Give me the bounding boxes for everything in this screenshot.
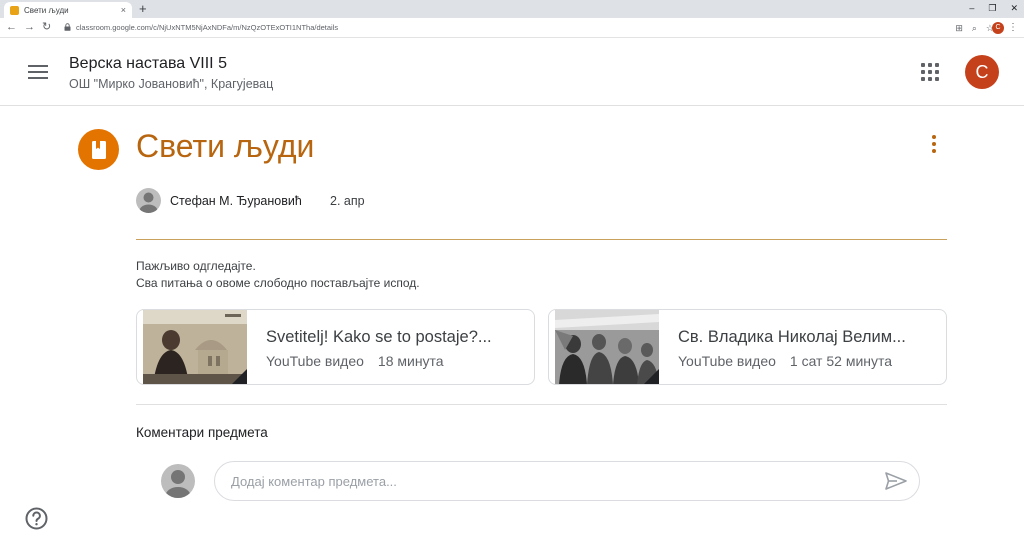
account-avatar[interactable]: C bbox=[965, 55, 999, 89]
zoom-icon[interactable]: ⌕ bbox=[972, 22, 977, 34]
attachment-meta: YouTube видео 1 сат 52 минута bbox=[678, 353, 892, 369]
address-bar[interactable]: classroom.google.com/c/NjUxNTM5NjAxNDFa/… bbox=[76, 23, 338, 32]
playlist-corner bbox=[231, 369, 247, 384]
attachment-card-youtube-1[interactable]: Svetitelj! Kako se to postaje?... YouTub… bbox=[136, 309, 535, 385]
new-tab-icon[interactable]: + bbox=[139, 1, 147, 17]
attachment-title[interactable]: Св. Владика Николај Велим... bbox=[678, 328, 930, 347]
classroom-favicon-icon bbox=[10, 5, 19, 15]
window-controls: – ❐ ✕ bbox=[969, 2, 1018, 14]
window-close-icon[interactable]: ✕ bbox=[1010, 2, 1018, 14]
reload-icon[interactable]: ↻ bbox=[42, 21, 51, 34]
video-thumbnail bbox=[555, 310, 659, 384]
help-icon[interactable] bbox=[25, 507, 48, 530]
browser-toolbar: ← → ↻ classroom.google.com/c/NjUxNTM5NjA… bbox=[0, 18, 1024, 38]
send-icon[interactable] bbox=[884, 471, 908, 491]
hamburger-menu-icon[interactable] bbox=[28, 65, 48, 79]
minimize-icon[interactable]: – bbox=[969, 2, 974, 14]
browser-tab[interactable]: Свети људи × bbox=[4, 2, 132, 18]
attachment-duration: 1 сат 52 минута bbox=[789, 353, 893, 369]
restore-icon[interactable]: ❐ bbox=[988, 2, 996, 14]
attachment-type: YouTube видео bbox=[266, 353, 364, 369]
back-icon[interactable]: ← bbox=[6, 21, 17, 34]
person-icon bbox=[165, 470, 191, 498]
author-avatar bbox=[136, 188, 161, 213]
description-line: Пажљиво одгледајте. bbox=[136, 259, 256, 273]
author-name: Стефан М. Ђурановић bbox=[170, 194, 302, 208]
video-thumbnail bbox=[143, 310, 247, 384]
comments-divider bbox=[136, 404, 947, 405]
school-name: ОШ "Мирко Јовановић", Крагујевац bbox=[69, 77, 274, 91]
attachment-title[interactable]: Svetitelj! Kako se to postaje?... bbox=[266, 328, 518, 347]
playlist-corner bbox=[643, 369, 659, 384]
lock-icon[interactable] bbox=[64, 23, 71, 31]
more-vert-icon[interactable] bbox=[925, 134, 943, 154]
commenter-avatar bbox=[161, 464, 195, 498]
browser-profile-avatar[interactable]: C bbox=[992, 22, 1004, 34]
description-line: Сва питања о овоме слободно постављајте … bbox=[136, 276, 420, 290]
forward-icon[interactable]: → bbox=[24, 21, 35, 34]
material-type-badge bbox=[78, 129, 119, 170]
translate-icon[interactable]: ⊞ bbox=[955, 22, 963, 34]
post-date: 2. апр bbox=[330, 194, 365, 208]
person-icon bbox=[139, 192, 158, 213]
title-divider bbox=[136, 239, 947, 240]
tab-close-icon[interactable]: × bbox=[121, 5, 126, 15]
book-icon bbox=[91, 140, 106, 159]
attachment-card-youtube-2[interactable]: Св. Владика Николај Велим... YouTube вид… bbox=[548, 309, 947, 385]
tab-title: Свети људи bbox=[24, 5, 69, 15]
browser-tabstrip: Свети људи × + – ❐ ✕ bbox=[0, 0, 1024, 18]
attachment-meta: YouTube видео 18 минута bbox=[266, 353, 444, 369]
classroom-header: Верска настава VIII 5 ОШ "Мирко Јованови… bbox=[0, 38, 1024, 106]
comments-heading: Коментари предмета bbox=[136, 425, 268, 440]
browser-menu-icon[interactable]: ⋮ bbox=[1008, 21, 1018, 34]
comment-input[interactable] bbox=[214, 461, 920, 501]
google-apps-icon[interactable] bbox=[921, 63, 939, 81]
class-name[interactable]: Верска настава VIII 5 bbox=[69, 55, 227, 73]
browser-tool-icons: ⊞ ⌕ ☆ bbox=[955, 22, 994, 34]
attachment-type: YouTube видео bbox=[678, 353, 776, 369]
page-title: Свети људи bbox=[136, 128, 315, 164]
attachment-duration: 18 минута bbox=[377, 353, 444, 369]
